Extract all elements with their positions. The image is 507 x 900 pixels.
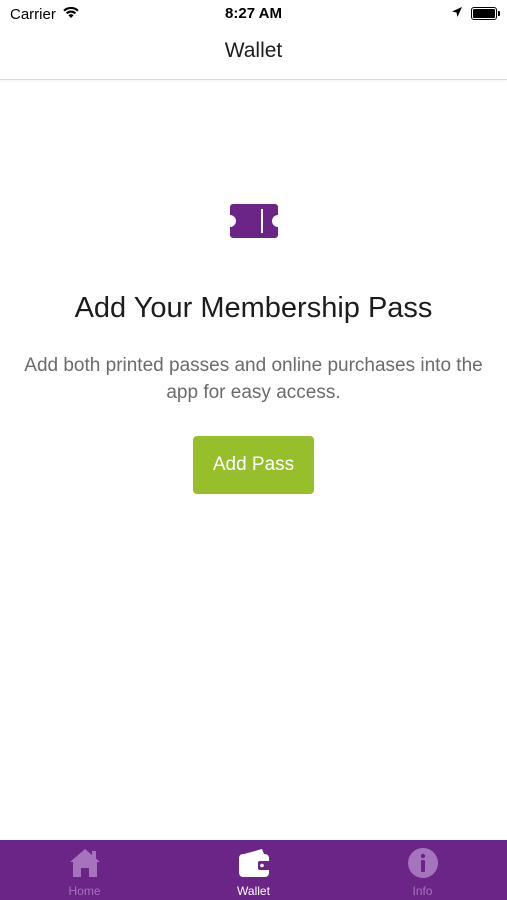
page-title: Wallet — [224, 39, 283, 62]
wallet-screen: Carrier 8:27 AM Wallet Add Your Membersh… — [0, 0, 507, 900]
empty-state-description: Add both printed passes and online purch… — [24, 355, 483, 403]
tab-info-label: Info — [412, 884, 433, 898]
ticket-icon — [229, 203, 279, 239]
empty-state-title: Add Your Membership Pass — [74, 292, 433, 324]
location-arrow-icon — [451, 5, 463, 22]
tab-home[interactable]: Home — [0, 840, 169, 900]
status-bar: Carrier 8:27 AM — [0, 0, 507, 28]
info-icon — [405, 845, 441, 881]
wallet-icon — [236, 845, 272, 881]
tab-info[interactable]: Info — [338, 840, 507, 900]
tab-bar: Home Wallet Info — [0, 840, 507, 900]
status-time: 8:27 AM — [225, 5, 282, 22]
tab-wallet[interactable]: Wallet — [169, 840, 338, 900]
home-icon — [67, 845, 103, 881]
tab-home-label: Home — [68, 884, 101, 898]
tab-wallet-label: Wallet — [237, 884, 270, 898]
status-right — [451, 5, 500, 22]
battery-icon — [471, 7, 500, 20]
add-pass-button[interactable]: Add Pass — [193, 436, 314, 494]
nav-bar: Wallet — [0, 28, 507, 80]
